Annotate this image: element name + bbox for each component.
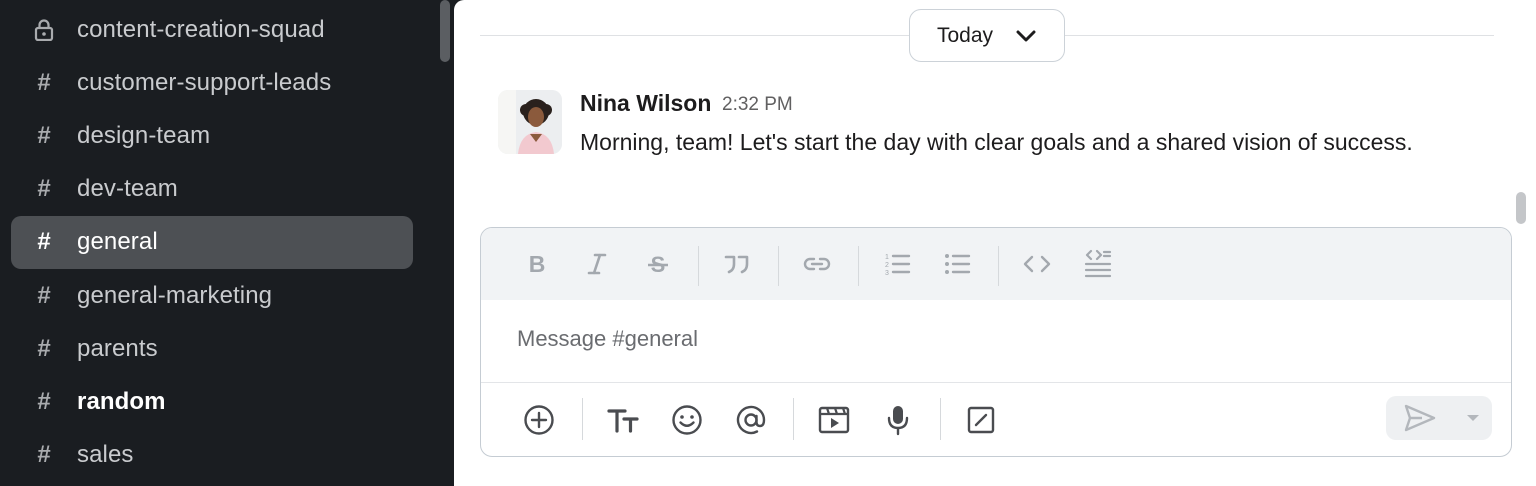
strikethrough-icon[interactable]: S bbox=[638, 244, 678, 284]
svg-text:2: 2 bbox=[885, 262, 889, 269]
message-pane: Today Nina Wilson 2:32 PM Morning, team!… bbox=[454, 0, 1536, 486]
sidebar-item-sales[interactable]: # sales bbox=[11, 429, 413, 482]
hash-icon: # bbox=[37, 334, 51, 362]
code-icon[interactable] bbox=[1017, 244, 1057, 284]
caret-down-icon bbox=[1467, 415, 1479, 421]
message-author[interactable]: Nina Wilson bbox=[580, 90, 711, 117]
sidebar-item-label: customer-support-leads bbox=[77, 68, 332, 96]
sidebar-item-customer-support-leads[interactable]: # customer-support-leads bbox=[11, 56, 413, 109]
hash-icon: # bbox=[37, 228, 51, 256]
video-clip-icon[interactable] bbox=[812, 398, 856, 442]
sidebar-item-label: content-creation-squad bbox=[77, 15, 325, 43]
sidebar-item-parents[interactable]: # parents bbox=[11, 322, 413, 375]
toolbar-separator bbox=[778, 246, 779, 286]
date-divider-button[interactable]: Today bbox=[909, 9, 1065, 62]
sidebar-item-label: dev-team bbox=[77, 175, 178, 203]
send-button[interactable] bbox=[1386, 396, 1454, 440]
sidebar-item-label: general bbox=[77, 228, 158, 256]
sidebar-item-design-team[interactable]: # design-team bbox=[11, 109, 413, 162]
text-format-icon[interactable] bbox=[601, 398, 645, 442]
svg-text:B: B bbox=[529, 252, 546, 276]
action-separator bbox=[582, 398, 583, 440]
sidebar-item-general-marketing[interactable]: # general-marketing bbox=[11, 269, 413, 322]
sidebar-item-label: random bbox=[77, 387, 166, 415]
toolbar-separator bbox=[998, 246, 999, 286]
sidebar-item-dev-team[interactable]: # dev-team bbox=[11, 163, 413, 216]
hash-icon: # bbox=[37, 387, 51, 415]
message-scrollbar[interactable] bbox=[1516, 192, 1526, 224]
sidebar-item-content-creation-squad[interactable]: content-creation-squad bbox=[11, 3, 413, 56]
sidebar-item-label: general-marketing bbox=[77, 281, 273, 309]
sidebar-item-general[interactable]: # general bbox=[11, 215, 413, 269]
sidebar-scrollbar[interactable] bbox=[440, 0, 450, 62]
svg-text:1: 1 bbox=[885, 254, 889, 261]
hash-icon: # bbox=[37, 281, 51, 309]
microphone-icon[interactable] bbox=[876, 398, 920, 442]
code-block-icon[interactable] bbox=[1078, 244, 1118, 284]
link-icon[interactable] bbox=[797, 244, 837, 284]
plus-icon[interactable] bbox=[517, 398, 561, 442]
send-controls bbox=[1386, 396, 1492, 440]
hash-icon: # bbox=[37, 441, 51, 469]
composer-divider bbox=[481, 382, 1511, 383]
quote-icon[interactable] bbox=[717, 244, 757, 284]
ordered-list-icon[interactable]: 123 bbox=[877, 244, 917, 284]
app-window: content-creation-squad # customer-support-… bbox=[0, 0, 1536, 486]
sidebar-item-label: parents bbox=[77, 334, 158, 362]
date-divider-label: Today bbox=[936, 23, 994, 47]
message-input[interactable]: Message #general bbox=[517, 326, 698, 352]
toolbar-separator bbox=[698, 246, 699, 286]
italic-icon[interactable] bbox=[577, 244, 617, 284]
emoji-icon[interactable] bbox=[665, 398, 709, 442]
send-icon bbox=[1404, 404, 1436, 432]
sidebar-item-label: design-team bbox=[77, 121, 211, 149]
bulleted-list-icon[interactable] bbox=[937, 244, 977, 284]
message-composer: B S 123 bbox=[480, 227, 1512, 457]
avatar[interactable] bbox=[498, 90, 562, 154]
hash-icon: # bbox=[37, 68, 51, 96]
svg-text:3: 3 bbox=[885, 270, 889, 276]
lock-icon bbox=[11, 18, 77, 41]
action-separator bbox=[793, 398, 794, 440]
action-separator bbox=[940, 398, 941, 440]
message-timestamp[interactable]: 2:32 PM bbox=[722, 94, 793, 116]
mention-icon[interactable] bbox=[729, 398, 773, 442]
shortcut-icon[interactable] bbox=[959, 398, 1003, 442]
hash-icon: # bbox=[37, 175, 51, 203]
sidebar: content-creation-squad # customer-support-… bbox=[0, 0, 454, 486]
message-text: Morning, team! Let's start the day with … bbox=[580, 129, 1413, 155]
formatting-toolbar: B S 123 bbox=[481, 228, 1511, 300]
bold-icon[interactable]: B bbox=[517, 244, 557, 284]
sidebar-item-label: sales bbox=[77, 441, 134, 469]
toolbar-separator bbox=[858, 246, 859, 286]
chevron-down-icon bbox=[1016, 30, 1036, 41]
hash-icon: # bbox=[37, 121, 51, 149]
send-options-button[interactable] bbox=[1454, 396, 1492, 440]
sidebar-item-random[interactable]: # random bbox=[11, 375, 413, 428]
